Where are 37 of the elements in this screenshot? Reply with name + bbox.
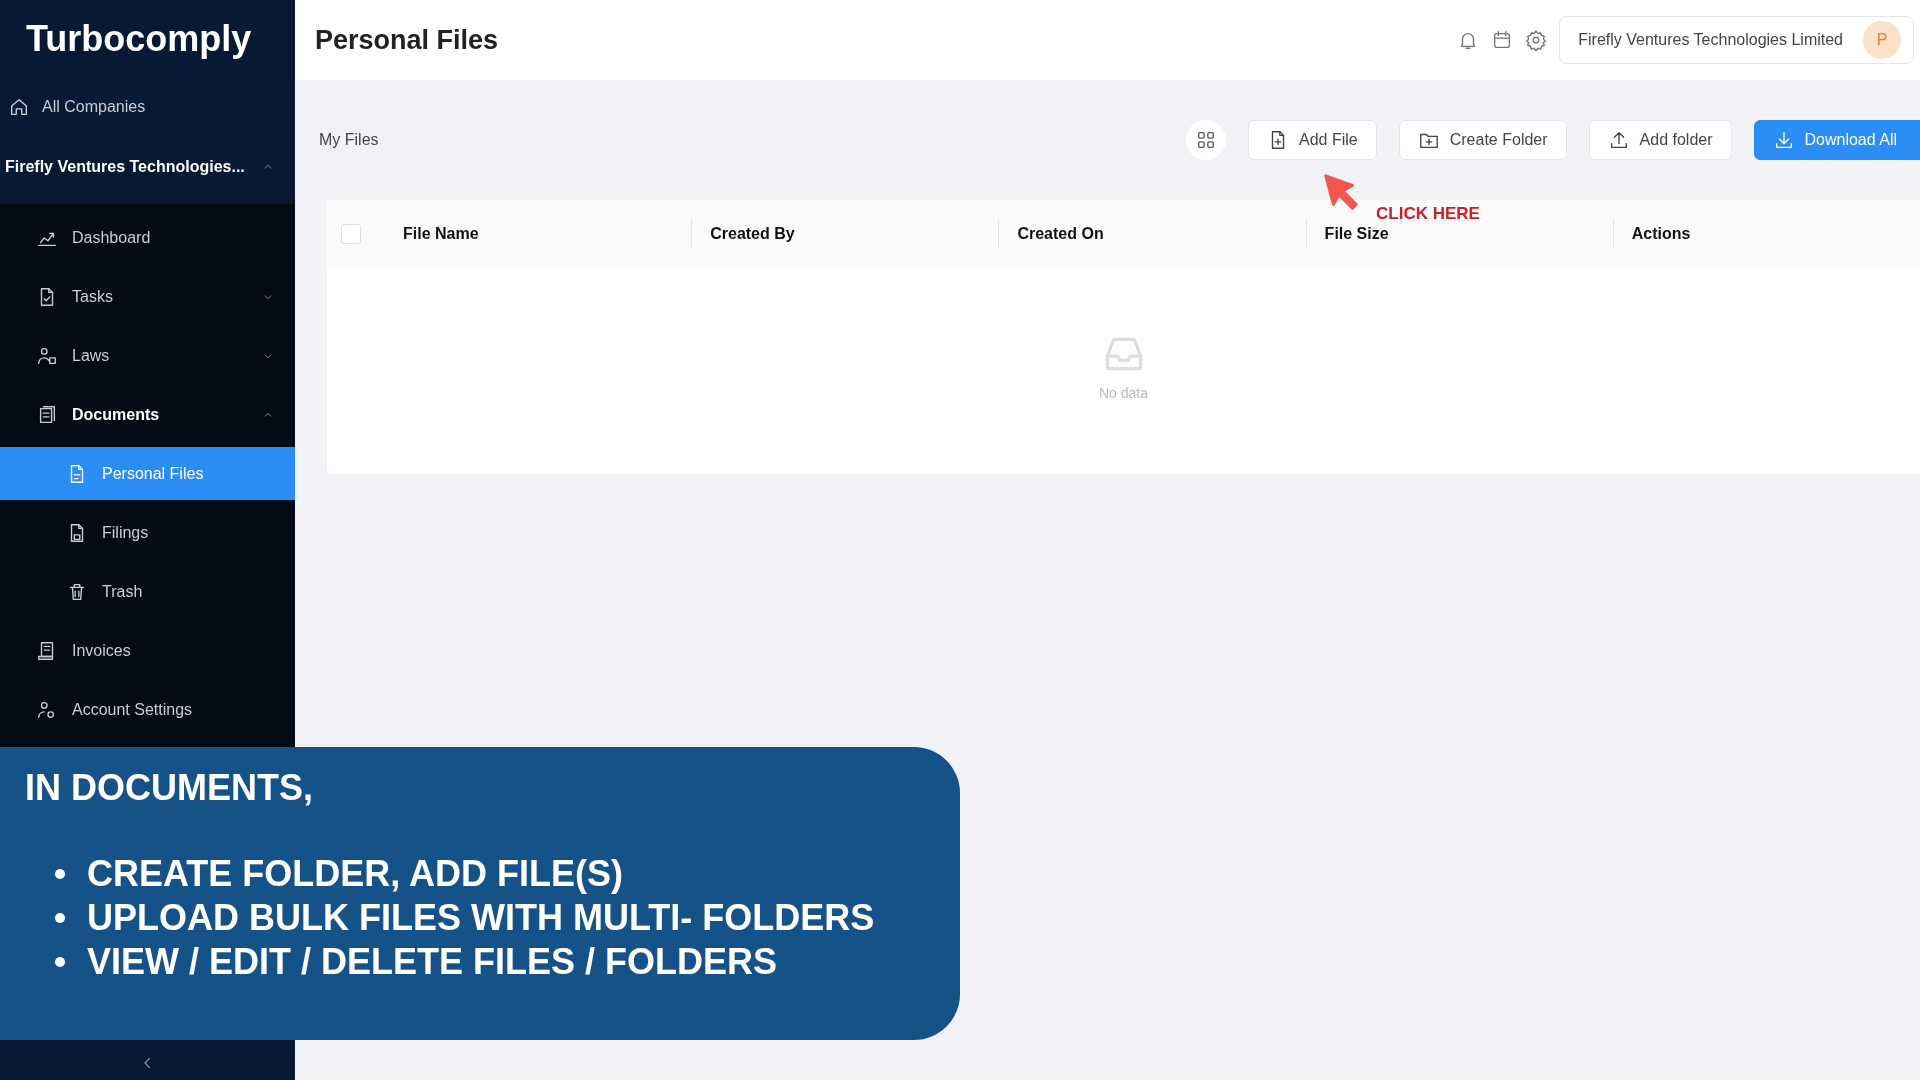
grid-view-button[interactable] xyxy=(1186,120,1227,160)
column-header: Created On xyxy=(1017,225,1104,243)
account-selector[interactable]: Firefly Ventures Technologies Limited P xyxy=(1559,16,1914,64)
column-header: File Name xyxy=(403,225,479,243)
select-all-checkbox[interactable] xyxy=(341,224,361,244)
all-companies-link[interactable]: All Companies xyxy=(0,78,295,136)
column-header: Created By xyxy=(710,225,795,243)
bullet-text: VIEW / EDIT / DELETE FILES / FOLDERS xyxy=(87,943,778,981)
bullet-text: CREATE FOLDER, ADD FILE(S) xyxy=(87,855,623,893)
page-title: Personal Files xyxy=(315,24,499,56)
sidebar-item[interactable]: Account Settings xyxy=(0,680,295,739)
sidebar-item[interactable]: Dashboard xyxy=(0,208,295,267)
sidebar-item[interactable]: Filings xyxy=(0,503,295,562)
annotation-text: CLICK HERE xyxy=(1376,204,1480,224)
sidebar-item[interactable]: Trash xyxy=(0,562,295,621)
create-folder-button[interactable]: Create Folder xyxy=(1398,120,1567,160)
settings-icon[interactable] xyxy=(1525,29,1548,51)
account-name: Firefly Ventures Technologies Limited xyxy=(1578,31,1843,49)
bullet-icon xyxy=(55,913,65,923)
callout-heading: IN DOCUMENTS, xyxy=(25,767,313,809)
bullet-icon xyxy=(55,869,65,879)
home-icon xyxy=(8,96,30,118)
bullet-icon xyxy=(55,957,65,967)
bullet-text: UPLOAD BULK FILES WITH MULTI- FOLDERS xyxy=(87,899,875,937)
column-header: File Size xyxy=(1324,225,1389,243)
avatar: P xyxy=(1863,21,1901,59)
company-menu-item[interactable]: Firefly Ventures Technologies... xyxy=(0,136,295,198)
column-header: Actions xyxy=(1631,225,1691,243)
sidebar-item[interactable]: Invoices xyxy=(0,621,295,680)
sidebar-item[interactable]: Laws xyxy=(0,326,295,385)
sidebar-item[interactable]: Tasks xyxy=(0,267,295,326)
sidebar-item[interactable]: Documents xyxy=(0,385,295,444)
breadcrumb-text: My Files xyxy=(319,131,379,149)
add-file-button[interactable]: Add File xyxy=(1248,120,1377,160)
logo-text: Turbocomply xyxy=(25,17,252,61)
upload-button[interactable]: Add folder xyxy=(1588,120,1732,160)
empty-state-text: No data xyxy=(1098,385,1148,401)
